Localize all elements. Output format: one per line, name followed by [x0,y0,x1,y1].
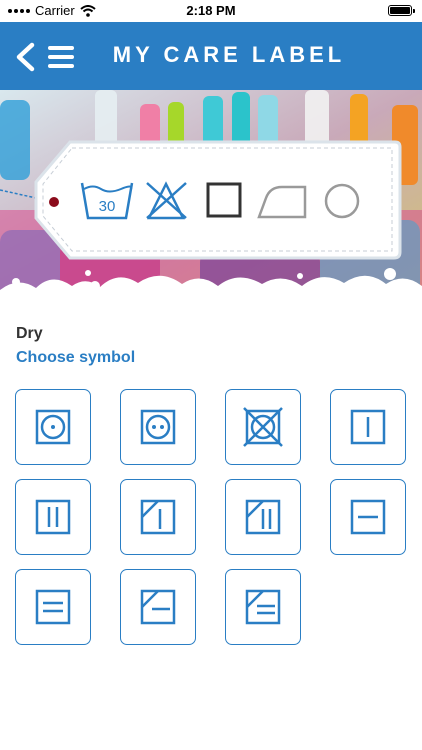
symbol-tile-drip-dry-shade[interactable] [225,479,301,555]
care-label-preview: 30 [0,90,422,312]
care-tag [34,140,402,260]
dry-flat-shade-icon [140,589,176,625]
symbol-tile-drip-dry[interactable] [15,479,91,555]
wet-flat-dry-icon [35,589,71,625]
tumble-dry-medium-icon [140,409,176,445]
symbol-tile-dry-flat[interactable] [330,479,406,555]
status-time: 2:18 PM [186,3,236,18]
back-chevron-icon[interactable] [14,42,36,72]
symbol-tile-tumble-dry-medium[interactable] [120,389,196,465]
symbol-tile-tumble-dry-low[interactable] [15,389,91,465]
status-bar: Carrier 2:18 PM [0,0,422,22]
app-header: MY CARE LABEL [0,22,422,90]
choose-symbol-label: Choose symbol [16,349,136,366]
symbol-tile-line-dry-shade[interactable] [120,479,196,555]
svg-text:30: 30 [99,198,116,215]
drip-dry-shade-icon [245,499,281,535]
symbol-tile-dry-flat-shade[interactable] [120,569,196,645]
category-label: Dry [16,325,43,342]
app-title: MY CARE LABEL [112,42,346,67]
symbol-tile-wet-flat-dry[interactable] [15,569,91,645]
line-dry-shade-icon [140,499,176,535]
tumble-dry-low-icon [35,409,71,445]
wet-flat-dry-shade-icon [245,589,281,625]
tag-eyelet [49,197,59,207]
symbol-tile-line-dry[interactable] [330,389,406,465]
do-not-tumble-dry-icon [243,407,283,447]
dry-flat-icon [350,499,386,535]
hamburger-menu-icon[interactable] [48,46,76,68]
line-dry-icon [350,409,386,445]
battery-icon [388,5,415,16]
symbol-tile-wet-flat-dry-shade[interactable] [225,569,301,645]
drip-dry-icon [35,499,71,535]
symbol-tile-do-not-tumble-dry[interactable] [225,389,301,465]
